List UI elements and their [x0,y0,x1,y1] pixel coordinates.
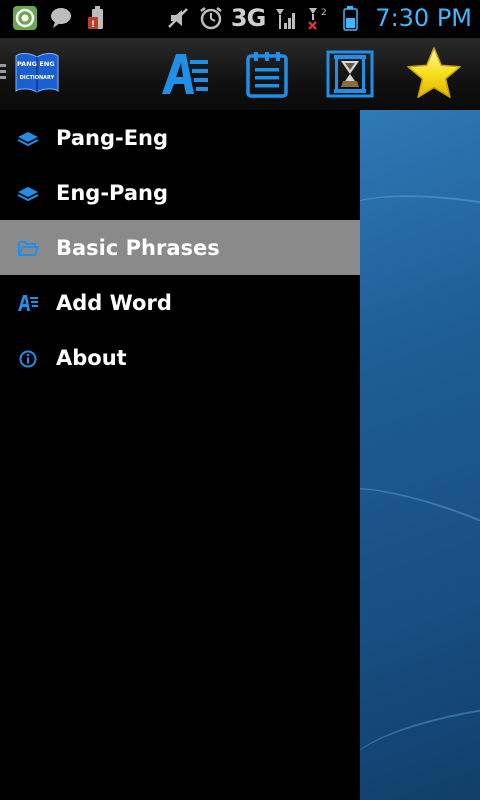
drawer-item-label: Add Word [56,290,172,315]
alarm-clock-icon [198,5,224,31]
signal-strength-icon [272,5,298,31]
notepad-icon [246,52,288,98]
add-word-button[interactable] [156,44,216,104]
svg-text:2: 2 [321,8,327,18]
drawer-item-label: Pang-Eng [56,125,169,150]
history-button[interactable] [320,44,380,104]
logo-text-pang: PANG [17,60,37,68]
chat-bubble-icon [48,5,74,31]
star-icon [407,47,461,98]
favorites-button[interactable] [404,44,464,104]
book-icon [17,132,39,147]
main-content-background [360,110,480,800]
drawer-item-pang-eng[interactable]: Pang-Eng [0,110,360,165]
book-icon: PANG ENG DICTIONARY [15,53,59,93]
clock-time: 7:30 PM [375,4,472,32]
battery-icon [338,5,364,31]
add-word-icon [18,295,38,311]
book-icon [17,187,39,202]
notepad-button[interactable] [237,44,297,104]
battery-alert-icon: ! [84,5,110,31]
folder-open-icon [18,241,39,256]
camera-app-icon [12,5,38,31]
drawer-item-add-word[interactable]: Add Word [0,275,360,330]
drawer-item-eng-pang[interactable]: Eng-Pang [0,165,360,220]
svg-text:!: ! [91,20,95,30]
hourglass-icon [326,50,374,98]
network-type-label: 3G [230,4,266,32]
info-icon [19,350,37,368]
app-logo[interactable]: PANG ENG DICTIONARY [14,51,60,95]
drawer-item-about[interactable]: About [0,330,360,385]
no-signal-sim2-icon: 2 [305,5,331,31]
drawer-item-label: Basic Phrases [56,235,220,260]
add-word-icon [162,54,208,94]
drawer-item-label: About [56,345,127,370]
drawer-item-label: Eng-Pang [56,180,169,205]
action-bar: PANG ENG DICTIONARY [0,38,480,112]
drawer-item-basic-phrases[interactable]: Basic Phrases [0,220,360,275]
logo-text-dictionary: DICTIONARY [20,75,55,81]
status-bar: ! 3G 2 7:30 PM [0,0,480,38]
navigation-drawer: Pang-Eng Eng-Pang Basic Phrases Add Word… [0,110,360,800]
mute-icon [165,5,191,31]
logo-text-eng: ENG [39,60,54,68]
drawer-indicator-icon[interactable] [0,64,6,79]
